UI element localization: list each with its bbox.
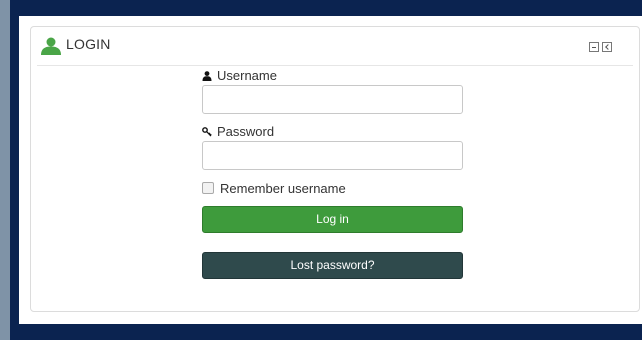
username-label: Username [202, 68, 277, 83]
block-title: LOGIN [66, 36, 111, 52]
login-panel: LOGIN Username Password Remember usernam… [19, 16, 642, 324]
password-input[interactable] [202, 141, 463, 170]
bottom-bar [10, 324, 642, 340]
username-label-text: Username [217, 68, 277, 83]
login-block: LOGIN Username Password Remember usernam… [30, 26, 640, 312]
block-header: LOGIN [31, 27, 639, 65]
password-label: Password [202, 124, 274, 139]
minimize-icon[interactable] [589, 42, 599, 52]
remember-checkbox[interactable] [202, 182, 214, 194]
dock-icon[interactable] [602, 42, 612, 52]
login-button[interactable]: Log in [202, 206, 463, 233]
lost-password-button[interactable]: Lost password? [202, 252, 463, 279]
key-icon [202, 127, 212, 137]
left-edge-strip [0, 0, 10, 340]
remember-username[interactable]: Remember username [202, 181, 346, 196]
remember-label: Remember username [220, 181, 346, 196]
person-icon [202, 71, 212, 81]
password-label-text: Password [217, 124, 275, 139]
username-input[interactable] [202, 85, 463, 114]
header-divider [37, 65, 633, 66]
user-icon [41, 37, 61, 55]
